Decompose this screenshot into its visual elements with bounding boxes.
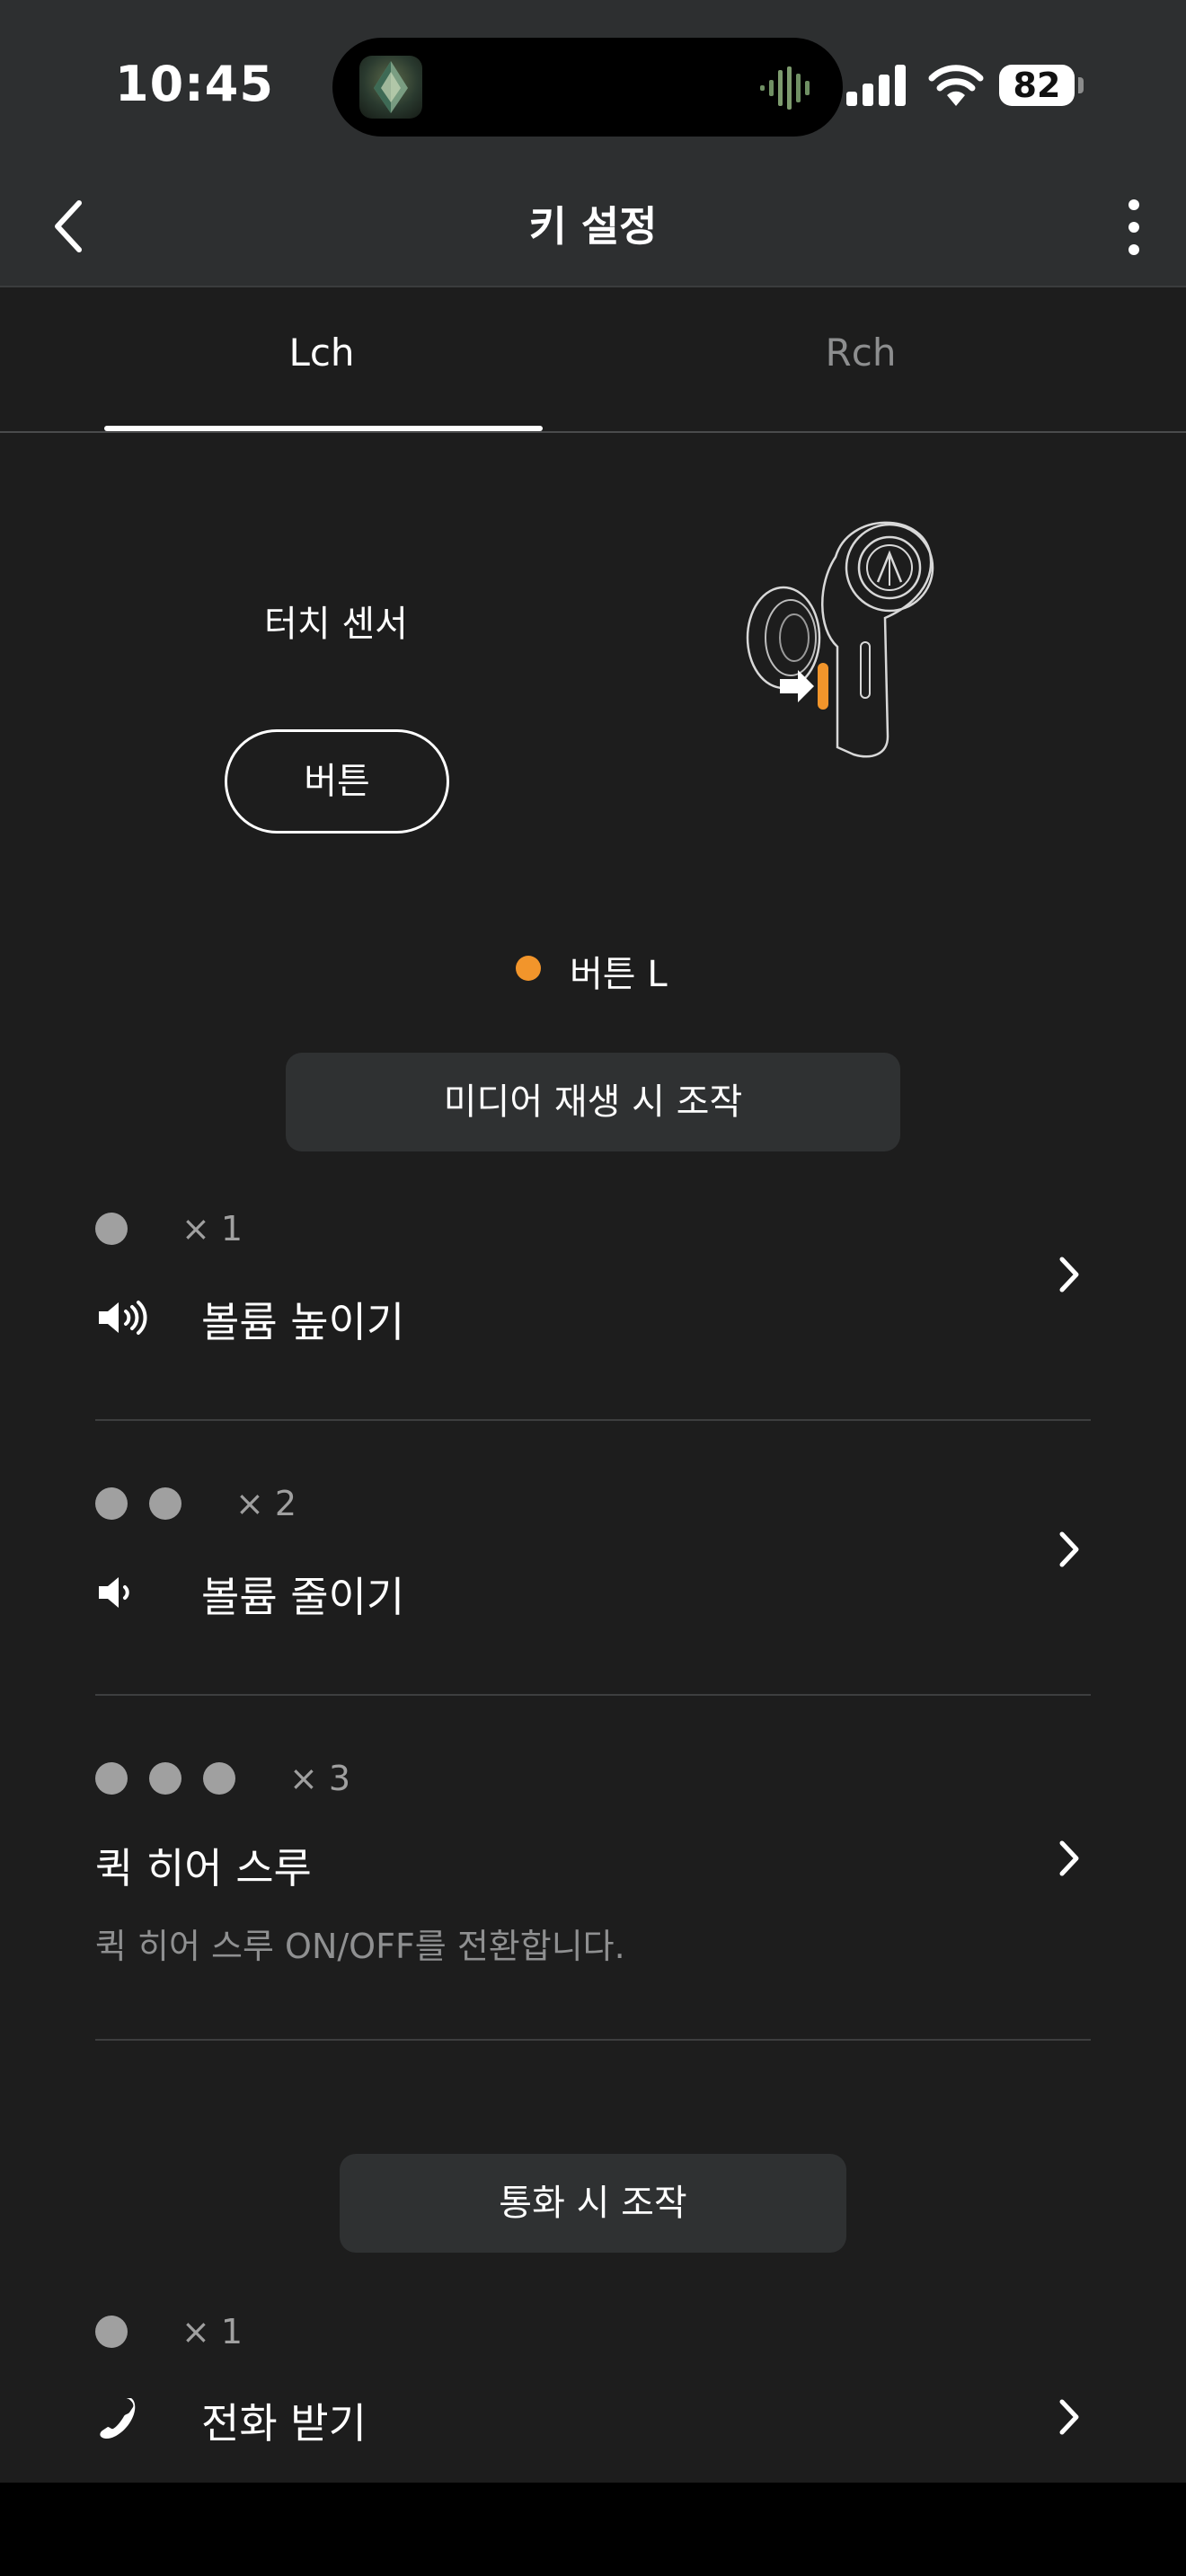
wifi-icon	[928, 65, 984, 106]
cellular-signal-icon	[846, 65, 906, 106]
battery-level: 82	[999, 65, 1075, 106]
chevron-right-icon	[1059, 2399, 1079, 2435]
tap-dot	[95, 2316, 128, 2348]
touch-sensor-option[interactable]: 터치 센서	[180, 595, 492, 647]
media-section-header: 미디어 재생 시 조작	[286, 1053, 900, 1151]
tap-dot	[203, 1762, 235, 1795]
tap-count: × 1	[181, 2312, 243, 2351]
volume-up-icon	[99, 1301, 147, 1335]
more-options-button[interactable]	[1107, 196, 1161, 259]
media-row-triple-tap[interactable]: × 3 퀵 히어 스루 퀵 히어 스루 ON/OFF를 전환합니다.	[95, 1759, 1091, 2041]
media-row-double-tap[interactable]: × 2 볼륨 줄이기	[95, 1484, 1091, 1696]
divider	[95, 1694, 1091, 1696]
tap-dot	[149, 1762, 181, 1795]
tap-dot	[95, 1762, 128, 1795]
battery-tip	[1078, 77, 1084, 93]
button-option[interactable]: 버튼	[225, 729, 449, 834]
action-label: 퀵 히어 스루	[95, 1844, 312, 1892]
status-indicators: 82	[846, 57, 1116, 113]
action-label: 볼륨 줄이기	[201, 1573, 405, 1621]
screen: 10:45 82 키 설정 Lch Rch 터치 센서 버튼 버튼 L 미디어 …	[0, 0, 1186, 2576]
page-title: 키 설정	[528, 202, 658, 251]
phone-icon	[100, 2398, 136, 2439]
action-label: 볼륨 높이기	[201, 1298, 405, 1346]
action-label: 전화 받기	[201, 2399, 367, 2448]
tab-rch[interactable]: Rch	[591, 331, 1130, 375]
tab-lch[interactable]: Lch	[52, 331, 591, 375]
audio-wave-icon	[760, 66, 810, 110]
chevron-right-icon	[1059, 1257, 1079, 1292]
dynamic-island[interactable]	[332, 38, 843, 137]
action-description: 퀵 히어 스루 ON/OFF를 전환합니다.	[95, 1927, 625, 1966]
chevron-right-icon	[1059, 1840, 1079, 1876]
bottom-bar	[0, 2483, 1186, 2576]
channel-tabs: Lch Rch	[0, 287, 1186, 433]
tap-dot	[95, 1213, 128, 1245]
tap-dot	[149, 1487, 181, 1520]
call-section-header: 통화 시 조작	[340, 2154, 846, 2253]
top-bar: 10:45 82 키 설정	[0, 0, 1186, 287]
status-time: 10:45	[115, 56, 274, 112]
tap-count: × 1	[181, 1209, 243, 1248]
chevron-right-icon	[1059, 1531, 1079, 1567]
active-tab-indicator	[104, 426, 543, 431]
tap-count: × 3	[289, 1759, 351, 1798]
divider	[95, 1419, 1091, 1421]
divider	[95, 2039, 1091, 2041]
earbud-illustration	[746, 521, 934, 758]
tap-count: × 2	[235, 1484, 297, 1523]
legend-label: 버튼 L	[570, 954, 668, 995]
tap-dot	[95, 1487, 128, 1520]
media-row-single-tap[interactable]: × 1 볼륨 높이기	[95, 1209, 1091, 1421]
volume-down-icon	[99, 1577, 129, 1608]
legend-dot	[516, 956, 541, 981]
app-thumbnail-icon	[359, 56, 422, 119]
